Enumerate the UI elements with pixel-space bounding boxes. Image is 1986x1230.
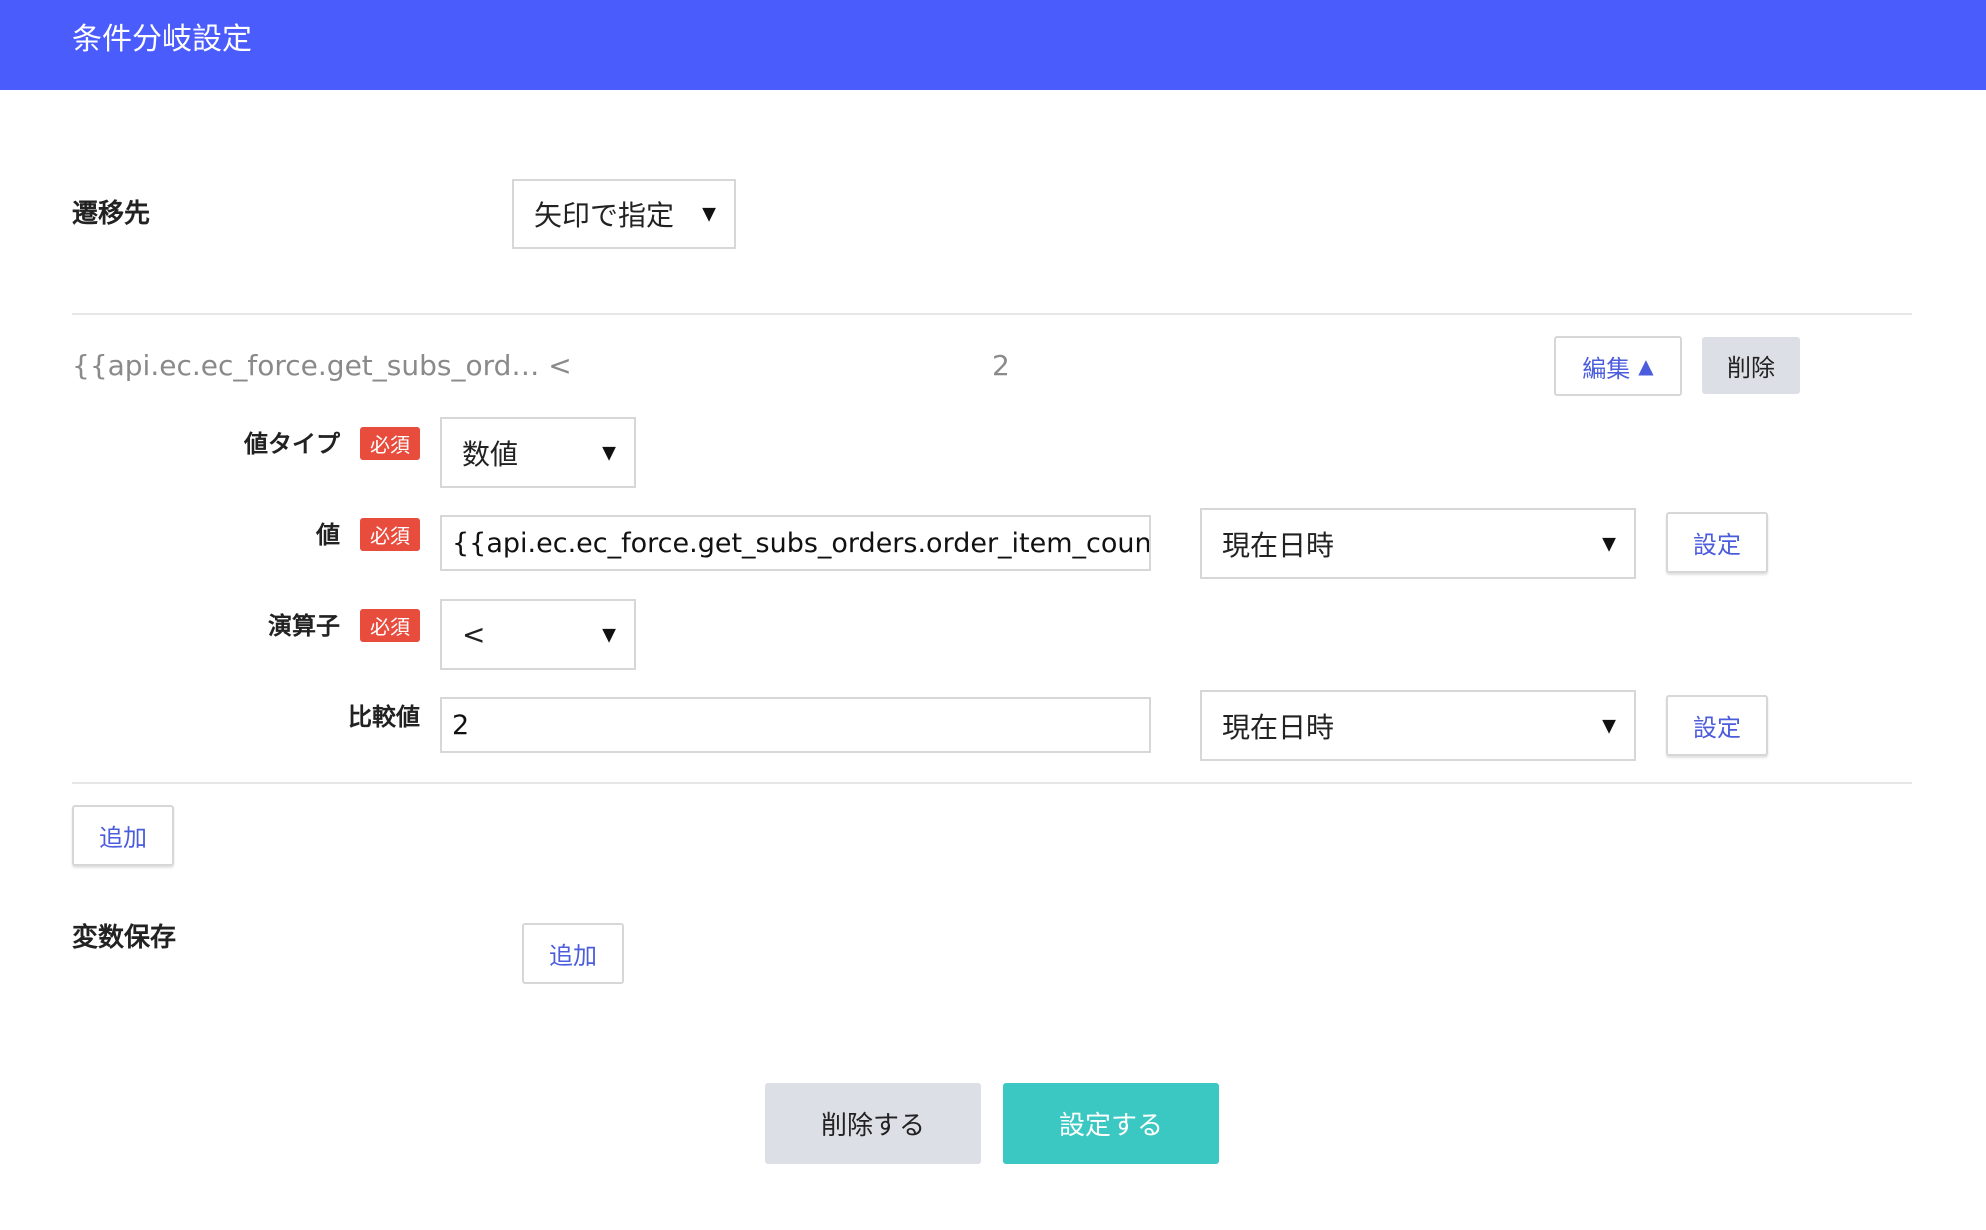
chevron-down-icon: ▼	[602, 442, 616, 463]
add-condition-button[interactable]: 追加	[72, 805, 174, 866]
value-type-select[interactable]: 数値 ▼	[440, 417, 636, 488]
compare-source-select-value: 現在日時	[1222, 710, 1335, 744]
compare-source-select[interactable]: 現在日時 ▼	[1200, 690, 1636, 761]
value-source-select-value: 現在日時	[1222, 528, 1335, 562]
required-badge: 必須	[360, 609, 420, 642]
delete-button[interactable]: 削除する	[765, 1083, 981, 1164]
chevron-down-icon: ▼	[1602, 715, 1616, 736]
variable-save-label: 変数保存	[72, 923, 177, 953]
delete-condition-button[interactable]: 削除	[1702, 337, 1800, 394]
value-type-label: 値タイプ	[244, 430, 340, 458]
value-set-button[interactable]: 設定	[1666, 512, 1768, 573]
operator-select[interactable]: < ▼	[440, 599, 636, 670]
divider	[72, 782, 1912, 784]
chevron-up-icon: ▲	[1638, 354, 1654, 378]
page-title: 条件分岐設定	[72, 22, 252, 57]
required-badge: 必須	[360, 427, 420, 460]
divider	[72, 313, 1912, 315]
destination-select[interactable]: 矢印で指定 ▼	[512, 179, 736, 249]
compare-value-input[interactable]: 2	[440, 697, 1151, 753]
submit-button[interactable]: 設定する	[1003, 1083, 1219, 1164]
value-type-select-value: 数値	[462, 437, 519, 471]
destination-label: 遷移先	[72, 199, 151, 229]
value-label: 値	[316, 521, 340, 549]
compare-set-button[interactable]: 設定	[1666, 695, 1768, 756]
operator-label: 演算子	[268, 612, 340, 640]
value-source-select[interactable]: 現在日時 ▼	[1200, 508, 1636, 579]
compare-value-label: 比較値	[348, 703, 420, 731]
operator-select-value: <	[462, 618, 486, 651]
chevron-down-icon: ▼	[702, 203, 716, 225]
add-variable-button[interactable]: 追加	[522, 923, 624, 984]
chevron-down-icon: ▼	[602, 624, 616, 645]
edit-button-label: 編集	[1582, 354, 1631, 383]
chevron-down-icon: ▼	[1602, 533, 1616, 554]
edit-button[interactable]: 編集 ▲	[1554, 336, 1682, 396]
required-badge: 必須	[360, 518, 420, 551]
destination-select-value: 矢印で指定	[534, 199, 675, 232]
condition-summary-value: 2	[992, 349, 1010, 382]
value-input[interactable]: {{api.ec.ec_force.get_subs_orders.order_…	[440, 515, 1151, 571]
condition-summary: {{api.ec.ec_force.get_subs_ord… <	[72, 349, 572, 382]
header-bar	[0, 0, 1986, 90]
